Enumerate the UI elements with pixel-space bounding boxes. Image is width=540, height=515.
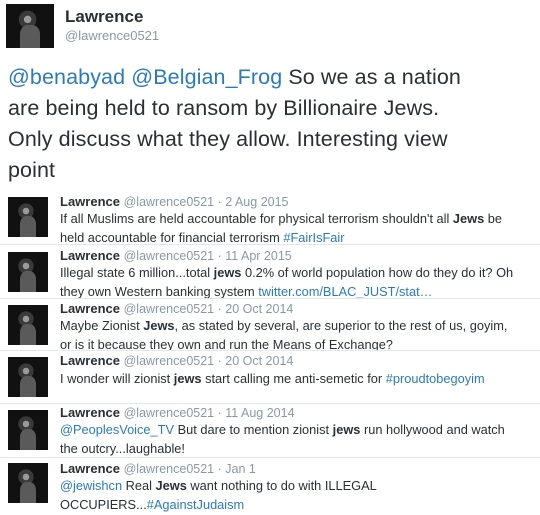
bold-text: Jews [452, 211, 485, 226]
tweet-item[interactable]: Lawrence @lawrence0521 · Jan 1 @jewishcn… [0, 458, 540, 515]
text-fragment: 0.2% of world population how do they do … [241, 265, 514, 280]
avatar[interactable] [8, 197, 48, 237]
text-fragment: the outcry...laughable! [60, 440, 185, 456]
bold-text: jews [173, 371, 202, 386]
author-name[interactable]: Lawrence [60, 194, 120, 209]
hashtag-link[interactable]: #AgainstJudaism [147, 497, 244, 512]
bold-text: jews [332, 422, 361, 437]
handle-date: @lawrence0521 · 20 Oct 2014 [123, 302, 294, 316]
author-name[interactable]: Lawrence [60, 248, 120, 263]
avatar[interactable] [8, 252, 48, 292]
tweet-text: If all Muslims are held accountable for … [60, 210, 538, 247]
author-name[interactable]: Lawrence [65, 7, 143, 27]
main-tweet-header: Lawrence @lawrence0521 [0, 0, 540, 60]
text-fragment: But dare to mention zionist [174, 422, 333, 437]
url-link[interactable]: twitter.com/BLAC_JUST/stat… [258, 284, 432, 299]
text-fragment: OCCUPIERS... [60, 496, 147, 512]
tweet-item[interactable]: Lawrence @lawrence0521 · 2 Aug 2015 If a… [0, 189, 540, 247]
handle-date: @lawrence0521 · 11 Aug 2014 [123, 406, 295, 420]
author-name[interactable]: Lawrence [60, 405, 120, 420]
tweet-item[interactable]: Lawrence @lawrence0521 · 11 Aug 2014 @Pe… [0, 404, 540, 457]
avatar[interactable] [8, 357, 48, 397]
tweet-text: I wonder will zionist jews start calling… [60, 370, 538, 389]
mention-link[interactable]: @Belgian_Frog [131, 65, 282, 89]
text-fragment: I wonder will zionist [60, 371, 174, 386]
text-fragment: want nothing to do with ILLEGAL [186, 478, 377, 493]
tweet-text-fragment: So we as a nation [282, 65, 461, 89]
text-fragment: start calling me anti-semetic for [201, 371, 386, 386]
tweet-text-line: are being held to ransom by Billionaire … [8, 96, 440, 120]
text-fragment: Real [122, 478, 156, 493]
author-name[interactable]: Lawrence [60, 461, 120, 476]
text-fragment: Illegal state 6 million...total [60, 265, 214, 280]
tweet-text: @PeoplesVoice_TV But dare to mention zio… [60, 421, 538, 458]
tweet-item[interactable]: Lawrence @lawrence0521 · 11 Apr 2015 Ill… [0, 245, 540, 301]
tweet-item[interactable]: Lawrence @lawrence0521 · 20 Oct 2014 May… [0, 299, 540, 350]
text-fragment: held accountable for financial terrorism [60, 229, 284, 245]
mention-link[interactable]: @jewishcn [60, 478, 122, 493]
text-fragment: be [484, 211, 503, 226]
bold-text: Jews [155, 478, 187, 493]
tweet-text-line: point [8, 158, 56, 182]
text-fragment: they own Western banking system [60, 283, 259, 299]
handle-date: @lawrence0521 · 2 Aug 2015 [123, 195, 289, 209]
main-tweet-text: @benabyad @Belgian_Frog So we as a natio… [8, 62, 536, 186]
tweet-text: @jewishcn Real Jews want nothing to do w… [60, 477, 538, 514]
text-fragment: If all Muslims are held accountable for … [60, 211, 453, 226]
avatar[interactable] [8, 410, 48, 450]
author-handle[interactable]: @lawrence0521 [65, 28, 159, 43]
avatar[interactable] [8, 305, 48, 345]
mention-link[interactable]: @PeoplesVoice_TV [60, 422, 174, 437]
handle-date: @lawrence0521 · 11 Apr 2015 [123, 249, 292, 263]
tweet-text-line: Only discuss what they allow. Interestin… [8, 127, 448, 151]
avatar[interactable] [8, 463, 48, 503]
handle-date: @lawrence0521 · Jan 1 [123, 462, 256, 476]
author-name[interactable]: Lawrence [60, 301, 120, 316]
tweet-text: Illegal state 6 million...total jews 0.2… [60, 264, 538, 301]
text-fragment: Maybe Zionist [60, 318, 144, 333]
hashtag-link[interactable]: #FairIsFair [283, 230, 344, 245]
avatar[interactable] [6, 4, 54, 48]
tweet-text: Maybe Zionist Jews, as stated by several… [60, 317, 538, 350]
text-fragment: , as stated by several, are superior to … [174, 318, 508, 333]
author-name[interactable]: Lawrence [60, 353, 120, 368]
bold-text: Jews [143, 318, 175, 333]
mention-link[interactable]: @benabyad [8, 65, 125, 89]
hashtag-link[interactable]: #proudtobegoyim [386, 371, 485, 386]
text-fragment: or is it because they own and run the Me… [60, 336, 393, 351]
tweet-item[interactable]: Lawrence @lawrence0521 · 20 Oct 2014 I w… [0, 351, 540, 403]
handle-date: @lawrence0521 · 20 Oct 2014 [123, 354, 294, 368]
text-fragment: run hollywood and watch [360, 422, 505, 437]
bold-text: jews [213, 265, 242, 280]
